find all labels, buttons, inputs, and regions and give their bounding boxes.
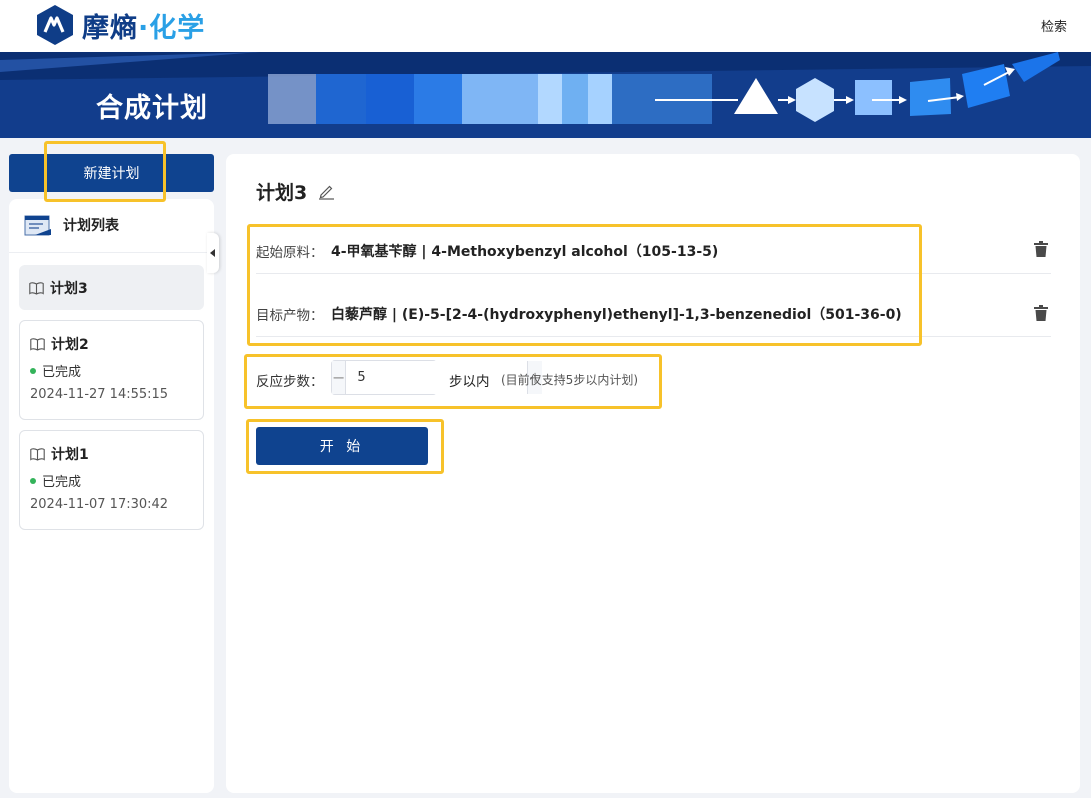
plan-item-title: 计划3 (29, 278, 88, 298)
book-icon (29, 281, 44, 295)
page-title: 合成计划 (96, 93, 208, 124)
book-icon (30, 447, 45, 461)
plan-timestamp: 2024-11-27 14:55:15 (30, 387, 169, 402)
plan-item-title: 计划1 (30, 444, 89, 464)
divider (9, 252, 214, 253)
plan-list-header: 计划列表 (23, 213, 119, 237)
plan-title: 计划3 (256, 178, 335, 205)
edit-pencil-icon[interactable] (318, 183, 335, 200)
plan-timestamp: 2024-11-07 17:30:42 (30, 497, 169, 512)
highlight-steps (244, 354, 662, 409)
plan-list-title: 计划列表 (63, 218, 119, 234)
status-dot-icon (30, 477, 36, 484)
plan-item-2[interactable]: 计划2 已完成 2024-11-27 14:55:15 (19, 320, 204, 420)
highlight-new-plan (44, 141, 166, 202)
highlight-materials (247, 224, 922, 346)
delete-target-product-icon[interactable] (1034, 305, 1048, 321)
plan-item-title: 计划2 (30, 334, 89, 354)
page-banner: 合成计划 (0, 52, 1091, 138)
document-list-icon (24, 215, 51, 236)
status-badge: 已完成 (30, 361, 81, 380)
caret-left-icon (210, 249, 215, 257)
plan-item-3[interactable]: 计划3 (19, 265, 204, 310)
brand-logo[interactable]: 摩熵·化学 (36, 4, 205, 46)
plan-list-panel: 计划列表 计划3 计划2 已完成 2024-11-27 14:55:15 计划1… (9, 199, 214, 793)
delete-start-material-icon[interactable] (1034, 241, 1048, 257)
status-dot-icon (30, 367, 36, 374)
nav-search-link[interactable]: 检索 (1041, 16, 1067, 35)
plan-item-1[interactable]: 计划1 已完成 2024-11-07 17:30:42 (19, 430, 204, 530)
logo-icon (37, 5, 73, 45)
book-icon (30, 337, 45, 351)
status-badge: 已完成 (30, 471, 81, 490)
sidebar-collapse-toggle[interactable] (207, 233, 219, 273)
brand-name: 摩熵·化学 (82, 12, 206, 44)
highlight-start (246, 419, 444, 474)
top-navbar: 摩熵·化学 检索 (0, 0, 1091, 52)
